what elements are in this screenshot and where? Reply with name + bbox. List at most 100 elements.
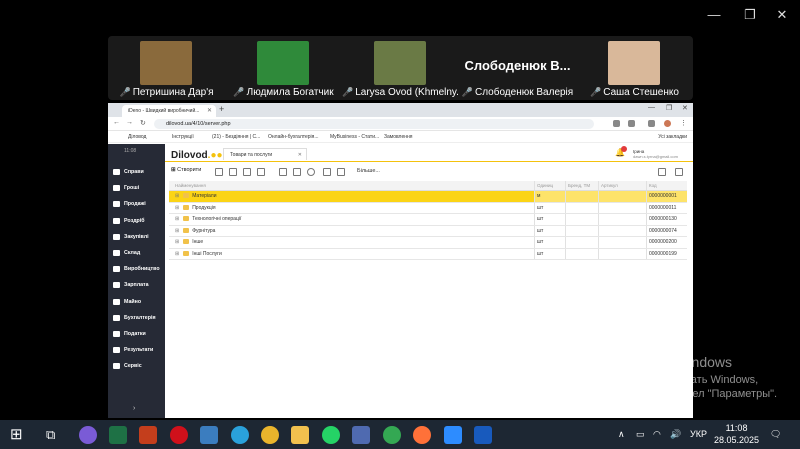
minimize-icon[interactable]: — <box>704 6 724 24</box>
expand-icon[interactable]: ⊞ <box>175 193 179 199</box>
taskbar-clock[interactable]: 11:08 28.05.2025 <box>714 422 759 446</box>
minimize-icon[interactable]: — <box>648 104 655 111</box>
task-view-icon[interactable]: ⧉ <box>46 426 64 444</box>
user-info[interactable]: Ірина dawn.s.tyrna@gmail.com <box>633 149 678 159</box>
column-header-code[interactable]: Код <box>646 181 687 190</box>
whatsapp-icon[interactable] <box>322 426 340 444</box>
menu-icon[interactable]: ⋮ <box>680 119 687 127</box>
volume-icon[interactable]: 🔊 <box>670 420 681 449</box>
close-icon[interactable]: ✕ <box>682 104 688 112</box>
sidebar-item-salary[interactable]: Зарплата <box>108 277 165 293</box>
save-disk-icon[interactable] <box>352 426 370 444</box>
table-row[interactable]: ⊞ Продукція шт 0000000011 <box>169 202 687 214</box>
bookmark[interactable]: Інструкції <box>172 134 194 140</box>
remote-desktop-icon[interactable] <box>200 426 218 444</box>
sidebar-item-results[interactable]: Результати <box>108 342 165 358</box>
reload-icon[interactable]: ↻ <box>140 119 146 127</box>
bookmark[interactable]: (21) - Бездіяння | С... <box>212 134 260 140</box>
bookmark[interactable]: Діловод <box>128 134 146 140</box>
chrome-icon[interactable] <box>261 426 279 444</box>
viber-icon[interactable] <box>79 426 97 444</box>
table-row[interactable]: ⊞ Інші Послуги шт 0000000199 <box>169 248 687 260</box>
close-tab-icon[interactable]: ✕ <box>298 149 302 161</box>
tab-goods-and-services[interactable]: Товари та послуги ✕ <box>223 148 307 160</box>
firefox-icon[interactable] <box>413 426 431 444</box>
column-header-article[interactable]: Артикул <box>598 181 646 190</box>
participant-tile[interactable]: Слободенюк В... 🎤 Слободенюк Валерія <box>459 36 576 100</box>
expand-icon[interactable]: ⊞ <box>175 228 179 234</box>
language-indicator[interactable]: УКР <box>690 420 707 449</box>
folder-add-icon[interactable] <box>215 168 223 176</box>
forward-icon[interactable]: → <box>126 119 133 126</box>
windows-start-icon[interactable]: ⊞ <box>10 426 28 444</box>
create-button[interactable]: ⊞ Створити <box>171 167 201 173</box>
table-row[interactable]: ⊞ Інше шт 0000000200 <box>169 237 687 249</box>
powerpoint-icon[interactable] <box>139 426 157 444</box>
all-bookmarks[interactable]: Усі закладки <box>658 134 687 140</box>
more-button[interactable]: Більше... <box>357 168 380 174</box>
participant-tile[interactable]: 🎤 Larysa Ovod (Khmelny... <box>342 36 459 100</box>
sidebar-item-purchases[interactable]: Закупівлі <box>108 229 165 245</box>
chrome-icon[interactable] <box>383 426 401 444</box>
sidebar-item-affairs[interactable]: Справи <box>108 164 165 180</box>
excel-icon[interactable] <box>109 426 127 444</box>
maximize-icon[interactable]: ❐ <box>666 104 672 112</box>
column-header-unit[interactable]: Одиниц <box>534 181 565 190</box>
participant-tile[interactable]: 🎤 Саша Стешенко <box>576 36 693 100</box>
new-tab-icon[interactable]: + <box>219 104 224 114</box>
column-header-name[interactable]: Найменування <box>169 181 534 190</box>
bookmark[interactable]: MyBusiness - Стати... <box>330 134 379 140</box>
table-row[interactable]: ⊞ Фурнітура шт 0000000074 <box>169 225 687 237</box>
collapse-sidebar-icon[interactable]: › <box>133 405 135 412</box>
refresh-icon[interactable] <box>337 168 345 176</box>
expand-icon[interactable]: ⊞ <box>175 239 179 245</box>
extension-icon[interactable] <box>628 120 635 127</box>
copy-icon[interactable] <box>229 168 237 176</box>
sidebar-item-property[interactable]: Майно <box>108 294 165 310</box>
sidebar-item-service[interactable]: Сервіс <box>108 358 165 374</box>
sidebar-item-sales[interactable]: Продажі <box>108 196 165 212</box>
table-row[interactable]: ⊞ Матеріали м 0000000001 <box>169 191 687 203</box>
upload-icon[interactable] <box>293 168 301 176</box>
sidebar-item-taxes[interactable]: Податки <box>108 326 165 342</box>
search-icon[interactable] <box>307 168 315 176</box>
extension-icon[interactable] <box>648 120 655 127</box>
download-icon[interactable] <box>279 168 287 176</box>
bookmark[interactable]: Онлайн-бухгалтерія... <box>268 134 319 140</box>
participant-tile[interactable]: 🎤 Людмила Богатчик <box>225 36 342 100</box>
extension-icon[interactable] <box>613 120 620 127</box>
expand-icon[interactable]: ⊞ <box>175 205 179 211</box>
sidebar-item-money[interactable]: Гроші <box>108 180 165 196</box>
bookmark[interactable]: Замовлення <box>384 134 413 140</box>
column-header-brand[interactable]: Бренд, ТМ <box>565 181 598 190</box>
restore-icon[interactable]: ❐ <box>740 6 760 24</box>
close-icon[interactable]: ✕ <box>772 6 792 24</box>
battery-icon[interactable]: ▭ <box>636 420 645 449</box>
sidebar-item-retail[interactable]: Роздріб <box>108 213 165 229</box>
table-row[interactable]: ⊞ Технологічні операції шт 0000000130 <box>169 214 687 226</box>
telegram-icon[interactable] <box>231 426 249 444</box>
participant-tile[interactable]: 🎤 Петришина Дар'я <box>108 36 225 100</box>
sidebar-item-production[interactable]: Виробництво <box>108 261 165 277</box>
wifi-icon[interactable]: ◠ <box>653 420 661 449</box>
browser-tab[interactable]: iDeno - Швидкий виробничий... ✕ <box>122 105 216 117</box>
profile-avatar[interactable] <box>664 120 671 127</box>
chevron-up-icon[interactable]: ∧ <box>618 420 625 449</box>
sidebar-item-warehouse[interactable]: Склад <box>108 245 165 261</box>
edit-icon[interactable] <box>243 168 251 176</box>
chat-icon[interactable] <box>675 168 683 176</box>
notifications-center-icon[interactable]: 🗨 <box>770 420 781 449</box>
settings-icon[interactable] <box>658 168 666 176</box>
sidebar-item-accounting[interactable]: Бухгалтерія <box>108 310 165 326</box>
back-icon[interactable]: ← <box>113 119 120 126</box>
word-icon[interactable] <box>474 426 492 444</box>
filter-icon[interactable] <box>323 168 331 176</box>
zoom-icon[interactable] <box>444 426 462 444</box>
expand-icon[interactable]: ⊞ <box>175 251 179 257</box>
close-tab-icon[interactable]: ✕ <box>207 105 212 117</box>
address-bar[interactable]: dilovod.ua/4/10/server.php <box>154 119 594 129</box>
file-explorer-icon[interactable] <box>291 426 309 444</box>
opera-icon[interactable] <box>170 426 188 444</box>
delete-icon[interactable] <box>257 168 265 176</box>
expand-icon[interactable]: ⊞ <box>175 216 179 222</box>
